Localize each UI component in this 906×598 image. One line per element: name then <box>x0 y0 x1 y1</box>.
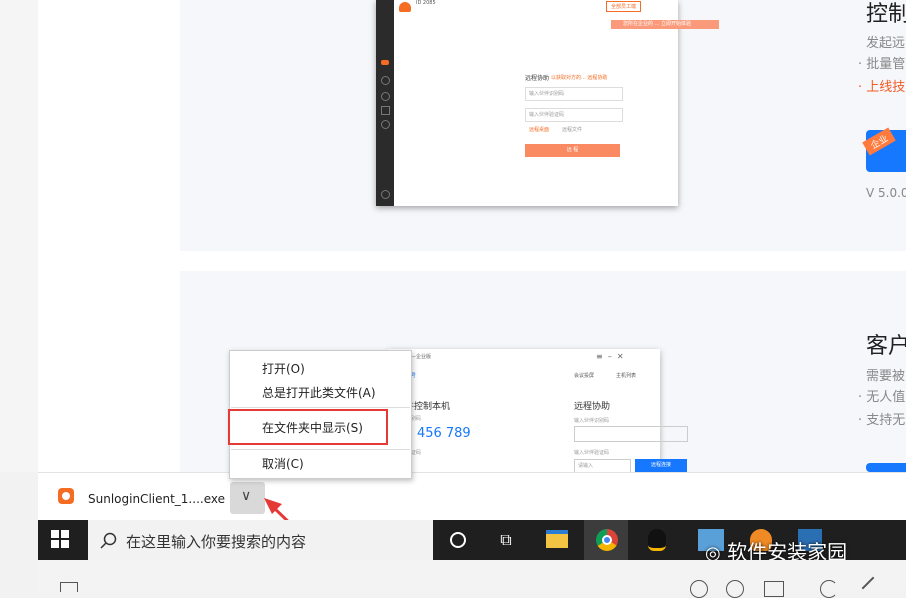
browser-left-gutter <box>0 0 38 472</box>
download-bar: SunloginClient_1....exe ∨ <box>38 472 906 521</box>
remote-verify-label: 输入伙伴验证码 <box>574 450 610 456</box>
chevron-down-icon: ∨ <box>241 488 252 504</box>
feature-bullet: · 支持无 <box>858 413 906 428</box>
grid-icon <box>381 106 390 115</box>
menu-item-always-open[interactable]: 总是打开此类文件(A) <box>262 384 376 401</box>
version-label: V 5.0.0 <box>866 186 906 200</box>
section-desc: 发起远 <box>866 36 906 51</box>
id-label: ID 2085 <box>416 0 436 6</box>
web-page: ID 2085 全部员工端 您所在企业的 ... 立即开始体验 远程协助 以获取… <box>38 0 906 472</box>
section-title-client: 客户 <box>866 334 906 359</box>
task-view-icon[interactable]: ⧉ <box>492 526 520 554</box>
feature-bullet: · 批量管 <box>858 57 906 72</box>
remote-assist-title: 远程协助 <box>525 75 550 82</box>
notice-bar: 您所在企业的 ... 立即开始体验 <box>611 20 719 29</box>
menu-item-cancel[interactable]: 取消(C) <box>262 455 304 472</box>
download-client-button[interactable] <box>866 463 906 472</box>
remote-id-input <box>574 426 688 442</box>
remote-assist-title: 远程协助 <box>574 402 611 412</box>
circle-icon[interactable] <box>690 580 708 598</box>
chrome-icon[interactable] <box>596 529 618 551</box>
app-sidebar-rail <box>376 0 394 206</box>
file-explorer-icon[interactable] <box>546 530 568 548</box>
highlight-annotation-box <box>228 409 388 445</box>
all-staff-button: 全部员工端 <box>606 1 642 12</box>
menu-separator <box>231 407 410 408</box>
tab-host-list: 主机列表 <box>616 373 637 379</box>
remote-id-label: 输入伙伴识别码 <box>574 418 610 424</box>
section-desc: 需要被 <box>866 369 906 384</box>
feature-bullet-highlight: · 上线技 <box>858 80 906 95</box>
window-controls: ≡ – ✕ <box>596 352 624 361</box>
clock-icon <box>381 76 390 85</box>
section-title-controller: 控制 <box>866 2 906 27</box>
controller-screenshot: ID 2085 全部员工端 您所在企业的 ... 立即开始体验 远程协助 以获取… <box>376 0 719 206</box>
refresh-icon[interactable] <box>820 580 838 598</box>
partner-verify-input: 输入伙伴验证码 <box>525 108 623 122</box>
windows-start-icon[interactable] <box>51 530 71 550</box>
bottom-toolbar <box>38 560 906 598</box>
pen-icon[interactable] <box>861 576 875 590</box>
remote-connect-button: 远程连接 <box>635 459 687 472</box>
avatar <box>399 2 411 12</box>
emoji-icon[interactable] <box>726 580 744 598</box>
sunlogin-app-icon <box>58 488 74 504</box>
search-placeholder: 在这里输入你要搜索的内容 <box>126 533 307 551</box>
radio-remote-file: 远程文件 <box>562 127 583 133</box>
logo-icon <box>381 60 389 65</box>
settings-icon <box>381 190 390 199</box>
client-screenshot: 客户端—企业版 ≡ – ✕ 绑定账号 会议投屏 主机列表 允许控制本机 本机识别… <box>388 349 688 472</box>
menu-separator <box>231 449 410 450</box>
qq-icon[interactable] <box>648 529 666 551</box>
search-icon <box>100 532 117 549</box>
partner-id-input: 输入伙伴识别码 <box>525 87 623 101</box>
download-file-name[interactable]: SunloginClient_1....exe <box>88 492 225 506</box>
remote-submit-button: 远 程 <box>525 144 620 157</box>
cortana-icon[interactable] <box>450 532 466 548</box>
radio-remote-desktop: 远程桌面 <box>529 127 550 133</box>
feature-bullet: · 无人值 <box>858 390 906 405</box>
menu-item-open[interactable]: 打开(O) <box>262 360 305 377</box>
taskbar-search-box[interactable]: 在这里输入你要搜索的内容 <box>88 520 433 560</box>
image-icon[interactable] <box>764 581 784 597</box>
chat-icon <box>381 120 390 129</box>
remote-verify-input: 请输入 <box>574 459 631 472</box>
device-icon <box>381 92 390 101</box>
remote-assist-hint: 以获取对方的... 远程协助 <box>551 75 608 81</box>
tab-meeting: 会议投屏 <box>574 373 595 379</box>
